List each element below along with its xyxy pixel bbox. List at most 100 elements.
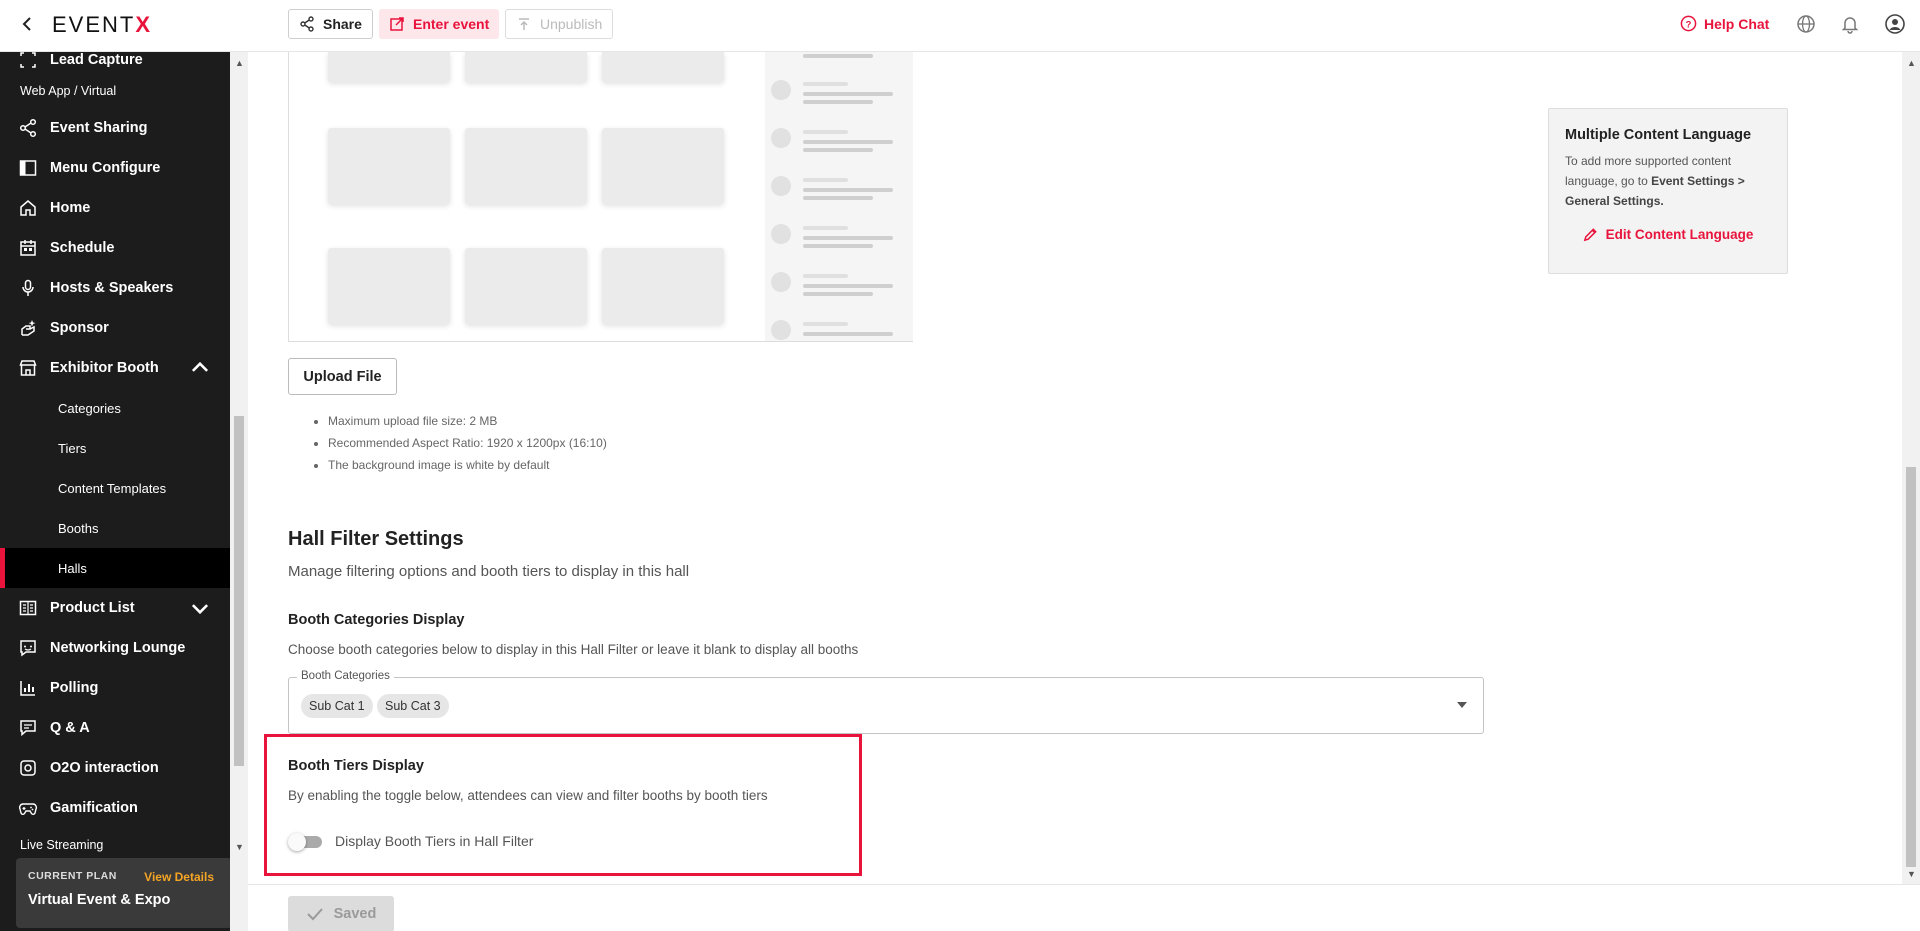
help-chat-button[interactable]: ? Help Chat <box>1680 15 1769 32</box>
enter-event-button[interactable]: Enter event <box>379 9 500 39</box>
sidebar-sub-content-templates[interactable]: Content Templates <box>0 468 230 508</box>
unpublish-label: Unpublish <box>540 16 603 32</box>
lead-capture-icon <box>20 52 36 68</box>
sidebar-sub-tiers[interactable]: Tiers <box>0 428 230 468</box>
sidebar-label: Menu Configure <box>50 160 161 176</box>
booth-categories-select[interactable]: Booth Categories Sub Cat 1 Sub Cat 3 <box>288 670 1484 734</box>
sidebar-label: Home <box>50 200 91 216</box>
sidebar-label: Hosts & Speakers <box>50 280 174 296</box>
chat-icon <box>20 640 36 657</box>
sidebar-scrollbar[interactable]: ▲ ▼ <box>230 52 248 931</box>
sponsor-icon <box>21 320 36 336</box>
display-tiers-toggle[interactable] <box>288 833 322 851</box>
chevron-down-icon[interactable] <box>190 598 210 618</box>
scroll-up-icon[interactable]: ▲ <box>235 58 244 68</box>
upload-hints: Maximum upload file size: 2 MB Recommend… <box>328 410 607 476</box>
preview-tile <box>602 248 724 324</box>
plan-name: Virtual Event & Expo <box>28 892 171 908</box>
sidebar-item-schedule[interactable]: Schedule <box>0 228 230 268</box>
store-icon <box>19 360 37 376</box>
sidebar-label: Polling <box>50 680 99 696</box>
sidebar-label: O2O interaction <box>50 760 159 776</box>
sidebar-item-menu-configure[interactable]: Menu Configure <box>0 148 230 188</box>
language-card-title: Multiple Content Language <box>1565 127 1752 143</box>
main-content: Upload File Maximum upload file size: 2 … <box>248 52 1920 931</box>
sidebar-label: Sponsor <box>50 320 109 336</box>
preview-tile <box>465 52 587 82</box>
share-icon <box>300 16 314 32</box>
sidebar-item-gamification[interactable]: Gamification <box>0 788 230 828</box>
user-avatar-icon[interactable] <box>1885 14 1905 34</box>
category-chip[interactable]: Sub Cat 3 <box>377 694 449 718</box>
sidebar-label: Exhibitor Booth <box>50 360 159 376</box>
edit-content-language-button[interactable]: Edit Content Language <box>1565 227 1771 242</box>
booth-categories-desc: Choose booth categories below to display… <box>288 642 859 657</box>
sidebar-sub-categories[interactable]: Categories <box>0 388 230 428</box>
scroll-up-icon[interactable]: ▲ <box>1907 58 1916 68</box>
sidebar-item-polling[interactable]: Polling <box>0 668 230 708</box>
share-label: Share <box>323 16 362 32</box>
external-link-icon <box>390 17 404 31</box>
home-icon <box>20 200 36 216</box>
content-language-card: Multiple Content Language To add more su… <box>1548 108 1788 274</box>
sidebar-label: Schedule <box>50 240 115 256</box>
preview-tile <box>602 52 724 82</box>
sidebar-item-exhibitor-booth[interactable]: Exhibitor Booth <box>0 348 230 388</box>
sidebar-item-o2o[interactable]: O2O interaction <box>0 748 230 788</box>
chevron-up-icon[interactable] <box>190 358 210 378</box>
display-tiers-label: Display Booth Tiers in Hall Filter <box>335 833 534 849</box>
qa-icon <box>20 720 36 737</box>
share-button[interactable]: Share <box>288 9 373 39</box>
sidebar-label: Networking Lounge <box>50 640 186 656</box>
upload-file-button[interactable]: Upload File <box>288 358 397 395</box>
preview-tile <box>328 248 450 324</box>
sidebar-item-product-list[interactable]: Product List <box>0 588 230 628</box>
background-preview <box>288 52 913 342</box>
sidebar-item-qa[interactable]: Q & A <box>0 708 230 748</box>
upload-hint: The background image is white by default <box>328 454 607 476</box>
unpublish-button[interactable]: Unpublish <box>505 9 614 39</box>
view-details-link[interactable]: View Details <box>144 870 214 884</box>
main-scrollbar[interactable]: ▲ ▼ <box>1902 52 1920 884</box>
main-scroll-thumb[interactable] <box>1906 467 1916 867</box>
dropdown-caret-icon[interactable] <box>1457 702 1467 708</box>
product-list-icon <box>19 600 37 616</box>
unpublish-icon <box>519 18 529 30</box>
pencil-icon <box>1583 228 1597 242</box>
microphone-icon <box>22 279 34 296</box>
booth-categories-legend: Booth Categories <box>297 670 394 682</box>
sidebar-item-networking-lounge[interactable]: Networking Lounge <box>0 628 230 668</box>
sidebar-label: Gamification <box>50 800 138 816</box>
sidebar: Lead Capture Web App / Virtual Event Sha… <box>0 52 248 931</box>
footer-bar: Saved <box>248 884 1920 931</box>
scroll-down-icon[interactable]: ▼ <box>235 842 244 852</box>
back-arrow-icon[interactable] <box>18 14 38 34</box>
enter-event-label: Enter event <box>413 16 490 32</box>
category-chip[interactable]: Sub Cat 1 <box>301 694 373 718</box>
globe-icon[interactable] <box>1796 14 1816 34</box>
hall-filter-title: Hall Filter Settings <box>288 528 464 550</box>
sidebar-scroll-thumb[interactable] <box>234 416 244 766</box>
sidebar-item-home[interactable]: Home <box>0 188 230 228</box>
sidebar-label: Product List <box>50 600 135 616</box>
bar-chart-icon <box>20 681 35 696</box>
sidebar-section-web: Web App / Virtual <box>20 84 117 98</box>
preview-tile <box>328 128 450 204</box>
toggle-knob <box>288 833 306 851</box>
calendar-icon <box>20 240 36 256</box>
sidebar-item-hosts-speakers[interactable]: Hosts & Speakers <box>0 268 230 308</box>
eventx-logo: EVENTX <box>52 12 153 37</box>
sidebar-item-lead-capture[interactable]: Lead Capture <box>0 52 230 80</box>
bell-icon[interactable] <box>1840 14 1860 34</box>
saved-button[interactable]: Saved <box>288 896 394 931</box>
sidebar-item-event-sharing[interactable]: Event Sharing <box>0 108 230 148</box>
sidebar-sub-halls[interactable]: Halls <box>0 548 230 588</box>
o2o-icon <box>20 760 36 776</box>
svg-text:?: ? <box>1686 19 1692 30</box>
sidebar-sub-booths[interactable]: Booths <box>0 508 230 548</box>
top-bar: EVENTX Share Enter event Unpublish ? Hel… <box>0 0 1920 52</box>
sidebar-item-sponsor[interactable]: Sponsor <box>0 308 230 348</box>
sidebar-label: Lead Capture <box>50 52 143 68</box>
scroll-down-icon[interactable]: ▼ <box>1907 869 1916 879</box>
hall-filter-subtitle: Manage filtering options and booth tiers… <box>288 563 690 580</box>
